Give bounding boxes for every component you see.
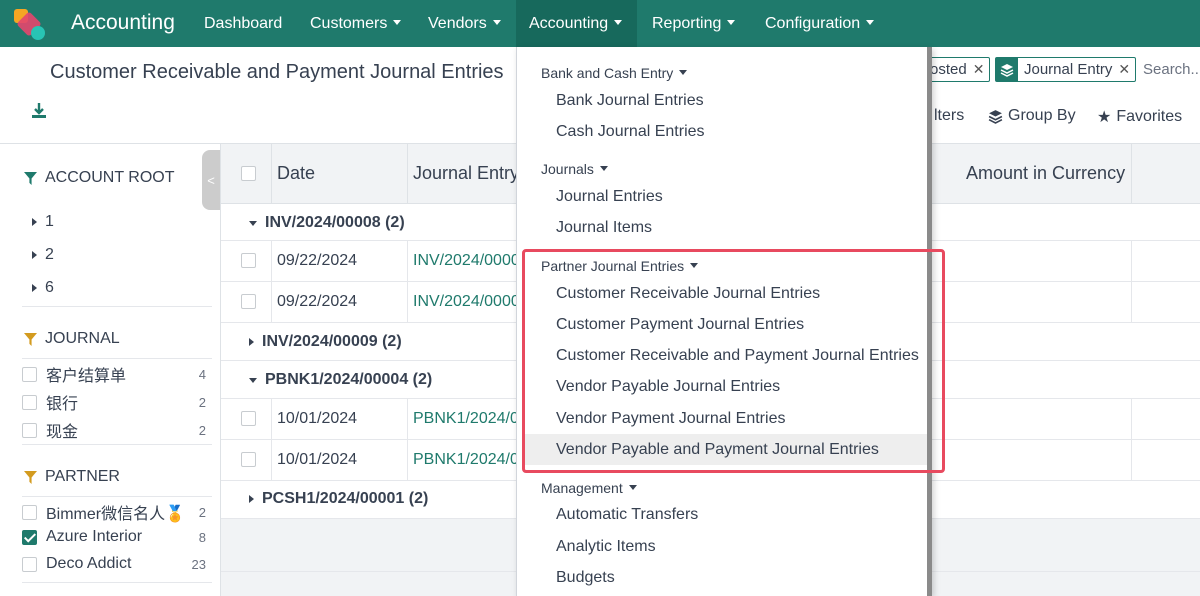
- divider: [22, 582, 212, 583]
- column-journal-entry[interactable]: Journal Entry: [413, 163, 519, 184]
- app-logo-icon[interactable]: [12, 7, 46, 41]
- menu-section-journals: Journals: [541, 161, 608, 177]
- nav-customers[interactable]: Customers: [297, 0, 414, 47]
- group-by-button[interactable]: Group By: [988, 107, 1076, 125]
- row-checkbox[interactable]: [241, 294, 256, 309]
- checkbox[interactable]: [22, 394, 37, 410]
- cell-journal-entry[interactable]: PBNK1/2024/0: [413, 451, 519, 469]
- caret-down-icon: [628, 484, 637, 490]
- menu-item-journal-entries[interactable]: Journal Entries: [524, 181, 930, 212]
- journal-section: JOURNAL: [24, 330, 120, 348]
- facet-journal-entry: Journal Entry ✕: [995, 57, 1137, 82]
- journal-filter-item[interactable]: 客户结算单 4: [22, 362, 206, 386]
- filter-icon: [24, 171, 37, 185]
- menu-section-management: Management: [541, 480, 637, 496]
- facet-label: Journal Entry: [1024, 61, 1113, 78]
- account-root-item[interactable]: 6: [32, 279, 54, 297]
- star-icon: ★: [1097, 109, 1112, 126]
- caret-down-icon: [599, 165, 608, 171]
- filter-icon: [24, 332, 37, 346]
- divider: [22, 358, 212, 359]
- account-root-item[interactable]: 2: [32, 246, 54, 264]
- app-name[interactable]: Accounting: [71, 11, 175, 35]
- caret-right-icon: [32, 251, 37, 259]
- divider: [22, 306, 212, 307]
- menu-item-analytic-items[interactable]: Analytic Items: [524, 531, 930, 562]
- menu-item-cash-journal-entries[interactable]: Cash Journal Entries: [524, 116, 930, 147]
- caret-right-icon: [32, 284, 37, 292]
- partner-section: PARTNER: [24, 468, 120, 486]
- caret-down-icon: [249, 220, 257, 226]
- checkbox[interactable]: [22, 366, 37, 382]
- row-checkbox[interactable]: [241, 253, 256, 268]
- divider: [22, 496, 212, 497]
- page-title: Customer Receivable and Payment Journal …: [50, 61, 504, 83]
- menu-scrollbar[interactable]: [927, 47, 932, 596]
- column-amount-in-currency[interactable]: Amount in Currency: [966, 163, 1125, 184]
- download-icon[interactable]: [30, 102, 48, 120]
- menu-item-customer-receivable-payment[interactable]: Customer Receivable and Payment Journal …: [524, 340, 930, 371]
- layers-icon: [996, 58, 1018, 81]
- cell-date: 09/22/2024: [277, 252, 358, 269]
- facet-remove-icon[interactable]: ✕: [1118, 61, 1130, 78]
- column-date[interactable]: Date: [277, 163, 315, 184]
- checkbox[interactable]: [22, 504, 37, 520]
- cell-date: 10/01/2024: [277, 451, 358, 468]
- divider: [22, 444, 212, 445]
- accounting-dropdown-menu: Bank and Cash Entry Bank Journal Entries…: [516, 47, 932, 596]
- journal-filter-item[interactable]: 银行 2: [22, 390, 206, 414]
- checkbox[interactable]: [22, 422, 37, 438]
- favorites-button[interactable]: ★ Favorites: [1097, 107, 1182, 127]
- filter-icon: [24, 470, 37, 484]
- caret-down-icon: [679, 69, 688, 75]
- caret-down-icon: [249, 377, 257, 383]
- cell-date: 09/22/2024: [277, 293, 358, 310]
- cell-date: 10/01/2024: [277, 410, 358, 427]
- menu-section-partner-journal-entries: Partner Journal Entries: [541, 258, 699, 274]
- checkbox-checked[interactable]: [22, 529, 37, 545]
- nav-accounting[interactable]: Accounting: [516, 0, 637, 47]
- caret-right-icon: [249, 338, 254, 346]
- facet-posted: osted ✕: [925, 57, 991, 82]
- top-navbar: Accounting Dashboard Customers Vendors A…: [0, 0, 1200, 47]
- checkbox[interactable]: [22, 556, 37, 572]
- menu-item-vendor-payable-payment[interactable]: Vendor Payable and Payment Journal Entri…: [524, 434, 930, 465]
- menu-item-journal-items[interactable]: Journal Items: [524, 212, 930, 243]
- menu-item-bank-journal-entries[interactable]: Bank Journal Entries: [524, 85, 930, 116]
- row-checkbox[interactable]: [241, 411, 256, 426]
- partner-filter-item[interactable]: Azure Interior 8: [22, 528, 206, 546]
- partner-filter-item[interactable]: Deco Addict 23: [22, 555, 206, 573]
- nav-reporting[interactable]: Reporting: [639, 0, 748, 47]
- select-all-checkbox[interactable]: [241, 166, 256, 181]
- nav-vendors[interactable]: Vendors: [415, 0, 514, 47]
- journal-filter-item[interactable]: 现金 2: [22, 418, 206, 442]
- menu-item-vendor-payable[interactable]: Vendor Payable Journal Entries: [524, 371, 930, 402]
- menu-section-bank-cash: Bank and Cash Entry: [541, 65, 688, 81]
- menu-item-customer-payment[interactable]: Customer Payment Journal Entries: [524, 309, 930, 340]
- facet-label: osted: [930, 61, 967, 78]
- nav-dashboard[interactable]: Dashboard: [191, 0, 295, 47]
- collapse-panel-button[interactable]: <: [202, 150, 220, 210]
- menu-item-vendor-payment[interactable]: Vendor Payment Journal Entries: [524, 403, 930, 434]
- caret-right-icon: [249, 495, 254, 503]
- account-root-section: ACCOUNT ROOT: [24, 169, 174, 187]
- cell-journal-entry[interactable]: INV/2024/0000: [413, 252, 520, 270]
- row-checkbox[interactable]: [241, 452, 256, 467]
- cell-journal-entry[interactable]: INV/2024/0000: [413, 293, 520, 311]
- menu-item-automatic-transfers[interactable]: Automatic Transfers: [524, 499, 930, 530]
- menu-item-budgets[interactable]: Budgets: [524, 562, 930, 593]
- caret-down-icon: [690, 262, 699, 268]
- facet-remove-icon[interactable]: ✕: [973, 61, 985, 78]
- search-input[interactable]: Search...: [1143, 61, 1200, 78]
- filters-button[interactable]: lters: [934, 107, 964, 125]
- caret-right-icon: [32, 218, 37, 226]
- layers-icon: [988, 109, 1003, 124]
- account-root-item[interactable]: 1: [32, 213, 54, 231]
- menu-item-customer-receivable[interactable]: Customer Receivable Journal Entries: [524, 278, 930, 309]
- partner-filter-item[interactable]: Bimmer微信名人🏅 2: [22, 500, 206, 524]
- cell-journal-entry[interactable]: PBNK1/2024/0: [413, 410, 519, 428]
- nav-configuration[interactable]: Configuration: [752, 0, 887, 47]
